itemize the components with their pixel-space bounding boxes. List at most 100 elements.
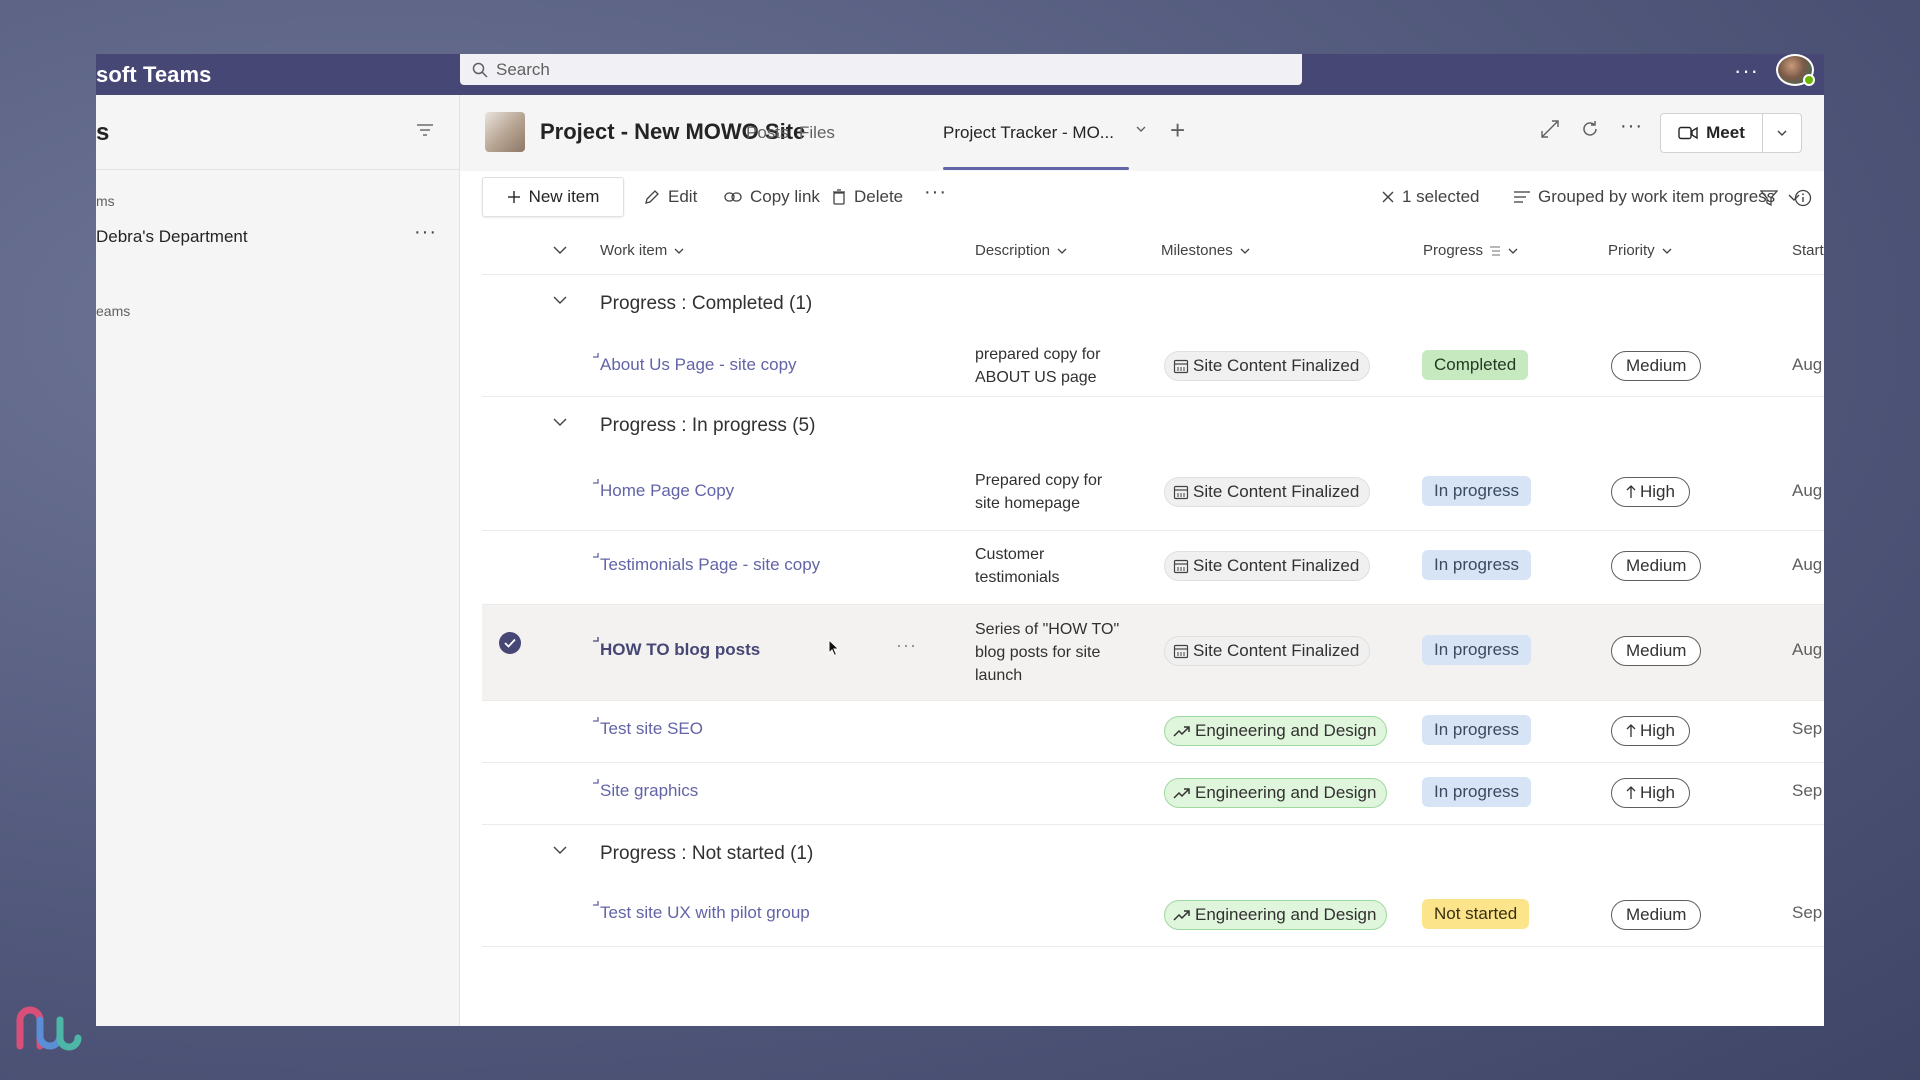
table-row[interactable]: Site graphics Engineering and Design In … bbox=[482, 763, 1824, 825]
chevron-down-icon[interactable] bbox=[552, 845, 568, 855]
trending-up-icon bbox=[1173, 788, 1190, 799]
milestone-pill[interactable]: Site Content Finalized bbox=[1164, 636, 1371, 666]
priority-pill[interactable]: Medium bbox=[1611, 900, 1702, 930]
group-list-icon bbox=[1514, 191, 1530, 203]
progress-badge[interactable]: In progress bbox=[1422, 715, 1532, 745]
delete-button[interactable]: Delete bbox=[832, 187, 903, 207]
priority-label: High bbox=[1640, 482, 1675, 501]
refresh-icon[interactable] bbox=[1580, 119, 1600, 139]
progress-badge[interactable]: Not started bbox=[1422, 899, 1530, 929]
priority-pill[interactable]: High bbox=[1611, 477, 1690, 507]
progress-badge[interactable]: Completed bbox=[1422, 350, 1529, 380]
priority-label: Medium bbox=[1626, 905, 1687, 924]
work-item-link[interactable]: Test site UX with pilot group bbox=[600, 903, 810, 923]
filter-icon[interactable] bbox=[1760, 189, 1778, 207]
chevron-down-icon bbox=[1057, 248, 1067, 254]
group-header-not-started[interactable]: Progress : Not started (1) bbox=[482, 825, 1824, 885]
meet-button[interactable]: Meet bbox=[1660, 113, 1802, 153]
work-item-link[interactable]: HOW TO blog posts bbox=[600, 640, 760, 660]
work-item-link[interactable]: Home Page Copy bbox=[600, 481, 734, 501]
table-row[interactable]: Test site SEO Engineering and Design In … bbox=[482, 701, 1824, 763]
trash-icon bbox=[833, 189, 845, 205]
more-options-icon[interactable]: ··· bbox=[1734, 58, 1759, 84]
column-header-start[interactable]: Start bbox=[1792, 242, 1824, 259]
start-date: Sep bbox=[1792, 903, 1823, 922]
divider bbox=[96, 169, 460, 170]
meet-now-button[interactable]: Meet bbox=[1661, 114, 1763, 152]
delete-label: Delete bbox=[854, 187, 904, 206]
teams-list-pane: s ms Debra's Department ··· eams bbox=[96, 95, 460, 1026]
priority-pill[interactable]: Medium bbox=[1611, 636, 1702, 666]
column-header-progress[interactable]: Progress bbox=[1423, 242, 1519, 259]
work-item-link[interactable]: Site graphics bbox=[600, 781, 698, 801]
add-tab-icon[interactable]: + bbox=[1170, 115, 1185, 146]
milestone-pill[interactable]: Site Content Finalized bbox=[1164, 551, 1371, 581]
column-label: Progress bbox=[1423, 242, 1484, 259]
column-header-priority[interactable]: Priority bbox=[1608, 242, 1673, 259]
copy-link-button[interactable]: Copy link bbox=[724, 187, 820, 207]
column-header-work-item[interactable]: Work item bbox=[600, 242, 685, 259]
table-row[interactable]: About Us Page - site copy prepared copy … bbox=[482, 335, 1824, 397]
search-input[interactable]: Search bbox=[460, 54, 1302, 85]
milestone-pill[interactable]: Site Content Finalized bbox=[1164, 477, 1371, 507]
start-date: Sep bbox=[1792, 719, 1823, 738]
meet-dropdown[interactable] bbox=[1763, 127, 1801, 139]
group-header-completed[interactable]: Progress : Completed (1) bbox=[482, 275, 1824, 335]
tab-project-tracker[interactable]: Project Tracker - MO... bbox=[943, 123, 1114, 143]
progress-badge[interactable]: In progress bbox=[1422, 476, 1532, 506]
expand-icon[interactable] bbox=[1540, 119, 1560, 139]
column-header-description[interactable]: Description bbox=[975, 242, 1068, 259]
table-row[interactable]: Home Page Copy Prepared copy for site hom… bbox=[482, 457, 1824, 531]
more-options-icon[interactable]: ··· bbox=[1620, 115, 1643, 138]
progress-badge[interactable]: In progress bbox=[1422, 777, 1532, 807]
filter-icon[interactable] bbox=[416, 123, 434, 137]
milestone-pill[interactable]: Site Content Finalized bbox=[1164, 351, 1371, 381]
description-cell: Customer testimonials bbox=[975, 543, 1123, 589]
priority-label: High bbox=[1640, 783, 1675, 802]
work-item-link[interactable]: About Us Page - site copy bbox=[600, 355, 797, 375]
row-selected-check-icon[interactable] bbox=[499, 632, 521, 654]
priority-pill[interactable]: Medium bbox=[1611, 551, 1702, 581]
milestone-pill[interactable]: Engineering and Design bbox=[1164, 716, 1388, 746]
milestone-label: Site Content Finalized bbox=[1193, 356, 1360, 375]
priority-pill[interactable]: Medium bbox=[1611, 351, 1702, 381]
progress-badge[interactable]: In progress bbox=[1422, 550, 1532, 580]
description-line: prepared copy for bbox=[975, 346, 1101, 363]
work-item-link[interactable]: Testimonials Page - site copy bbox=[600, 555, 820, 575]
group-by-dropdown[interactable]: Grouped by work item progress bbox=[1514, 187, 1801, 207]
milestone-pill[interactable]: Engineering and Design bbox=[1164, 900, 1388, 930]
team-item-debras-department[interactable]: Debra's Department bbox=[96, 227, 248, 247]
milestone-pill[interactable]: Engineering and Design bbox=[1164, 778, 1388, 808]
tab-files[interactable]: Files bbox=[799, 123, 835, 143]
milestone-label: Site Content Finalized bbox=[1193, 556, 1360, 575]
clear-selection-button[interactable]: 1 selected bbox=[1382, 187, 1480, 207]
tab-posts[interactable]: Posts bbox=[746, 123, 789, 143]
team-more-icon[interactable]: ··· bbox=[414, 221, 437, 244]
row-more-icon[interactable]: ··· bbox=[896, 635, 917, 656]
work-item-link[interactable]: Test site SEO bbox=[600, 719, 703, 739]
edit-button[interactable]: Edit bbox=[644, 187, 697, 207]
description-line: ABOUT US page bbox=[975, 369, 1097, 386]
calendar-icon bbox=[1173, 559, 1189, 574]
chevron-down-icon[interactable] bbox=[1135, 123, 1147, 135]
table-row[interactable]: Test site UX with pilot group Engineerin… bbox=[482, 885, 1824, 947]
arrow-up-icon bbox=[1626, 485, 1636, 498]
new-item-button[interactable]: New item bbox=[482, 177, 624, 217]
info-icon[interactable] bbox=[1794, 189, 1812, 207]
section-label: ms bbox=[96, 193, 115, 209]
group-header-in-progress[interactable]: Progress : In progress (5) bbox=[482, 397, 1824, 457]
priority-pill[interactable]: High bbox=[1611, 716, 1690, 746]
chevron-down-icon[interactable] bbox=[552, 417, 568, 427]
table-row-selected[interactable]: HOW TO blog posts ··· Series of "HOW TO"… bbox=[482, 605, 1824, 701]
column-header-milestones[interactable]: Milestones bbox=[1161, 242, 1251, 259]
close-icon bbox=[1382, 191, 1394, 203]
table-row[interactable]: Testimonials Page - site copy Customer te… bbox=[482, 531, 1824, 605]
column-label: Milestones bbox=[1161, 242, 1233, 259]
presence-available-icon bbox=[1803, 74, 1815, 86]
priority-pill[interactable]: High bbox=[1611, 778, 1690, 808]
progress-badge[interactable]: In progress bbox=[1422, 635, 1532, 665]
chevron-down-icon[interactable] bbox=[552, 295, 568, 305]
more-commands-icon[interactable]: ··· bbox=[924, 181, 947, 204]
description-line: blog posts for site bbox=[975, 644, 1101, 661]
collapse-all-icon[interactable] bbox=[552, 245, 568, 255]
